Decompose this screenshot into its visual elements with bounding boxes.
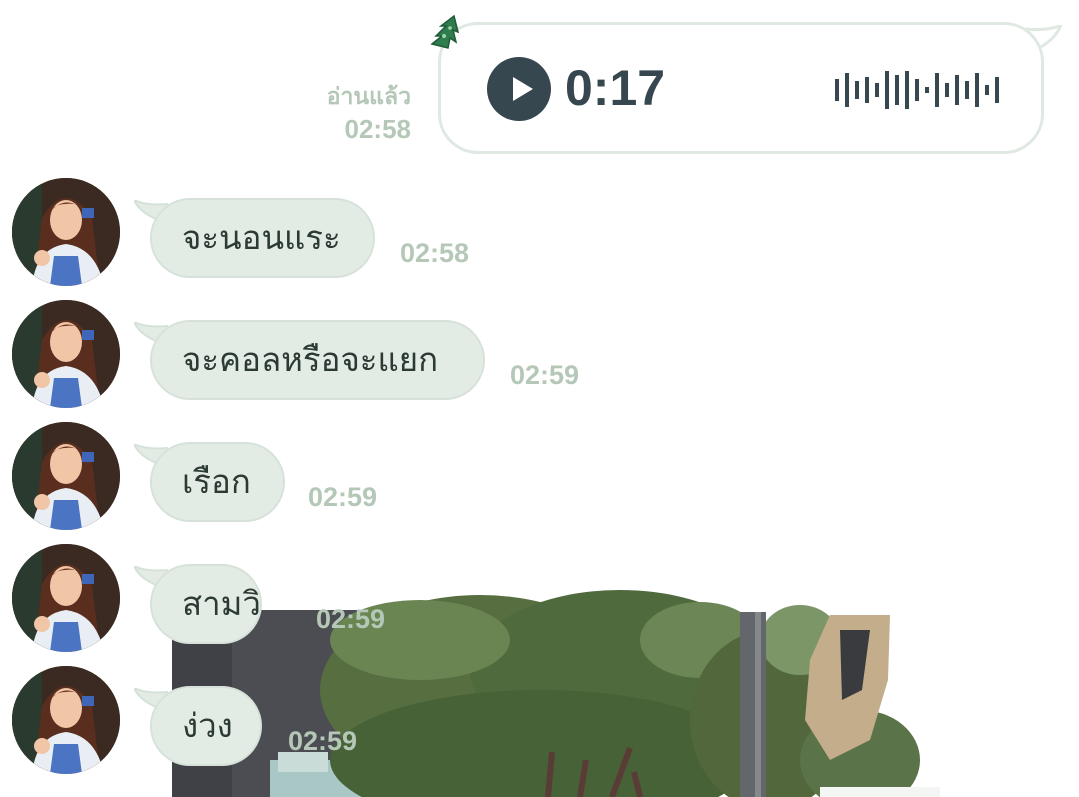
message-text: สามวิ [182, 584, 261, 623]
message-time: 02:58 [400, 238, 470, 268]
read-status: อ่านแล้ว [326, 84, 411, 110]
message-row: จะคอลหรือจะแยก 02:59 [0, 300, 1079, 410]
message-text: เรือก [182, 462, 251, 501]
message-text: ง่วง [182, 706, 233, 745]
message-time: 02:59 [288, 726, 358, 756]
voice-duration: 0:17 [565, 60, 666, 116]
message-text: จะคอลหรือจะแยก [182, 340, 439, 379]
read-receipt: อ่านแล้ว 02:58 [327, 82, 411, 146]
message-row: สามวิ 02:59 [0, 544, 1079, 654]
message-row: ง่วง 02:59 [0, 666, 1079, 776]
message-row: จะนอนแระ 02:58 [0, 178, 1079, 288]
avatar[interactable] [12, 178, 120, 286]
message-bubble[interactable]: จะนอนแระ [150, 198, 375, 278]
message-time: 02:59 [316, 604, 386, 634]
message-row: เรือก 02:59 [0, 422, 1079, 532]
voice-message-bubble[interactable]: 0:17 [438, 22, 1044, 154]
avatar[interactable] [12, 544, 120, 652]
message-text: จะนอนแระ [182, 218, 341, 257]
message-bubble[interactable]: เรือก [150, 442, 285, 522]
play-button[interactable] [487, 57, 551, 121]
waveform-icon [835, 71, 999, 109]
avatar[interactable] [12, 300, 120, 408]
christmas-tree-icon [430, 14, 460, 49]
avatar[interactable] [12, 666, 120, 774]
avatar[interactable] [12, 422, 120, 530]
message-time: 02:59 [308, 482, 378, 512]
play-icon [513, 77, 533, 101]
message-bubble[interactable]: จะคอลหรือจะแยก [150, 320, 485, 400]
sent-time: 02:58 [344, 114, 412, 144]
message-time: 02:59 [510, 360, 580, 390]
message-bubble[interactable]: ง่วง [150, 686, 262, 766]
message-bubble[interactable]: สามวิ [150, 564, 262, 644]
